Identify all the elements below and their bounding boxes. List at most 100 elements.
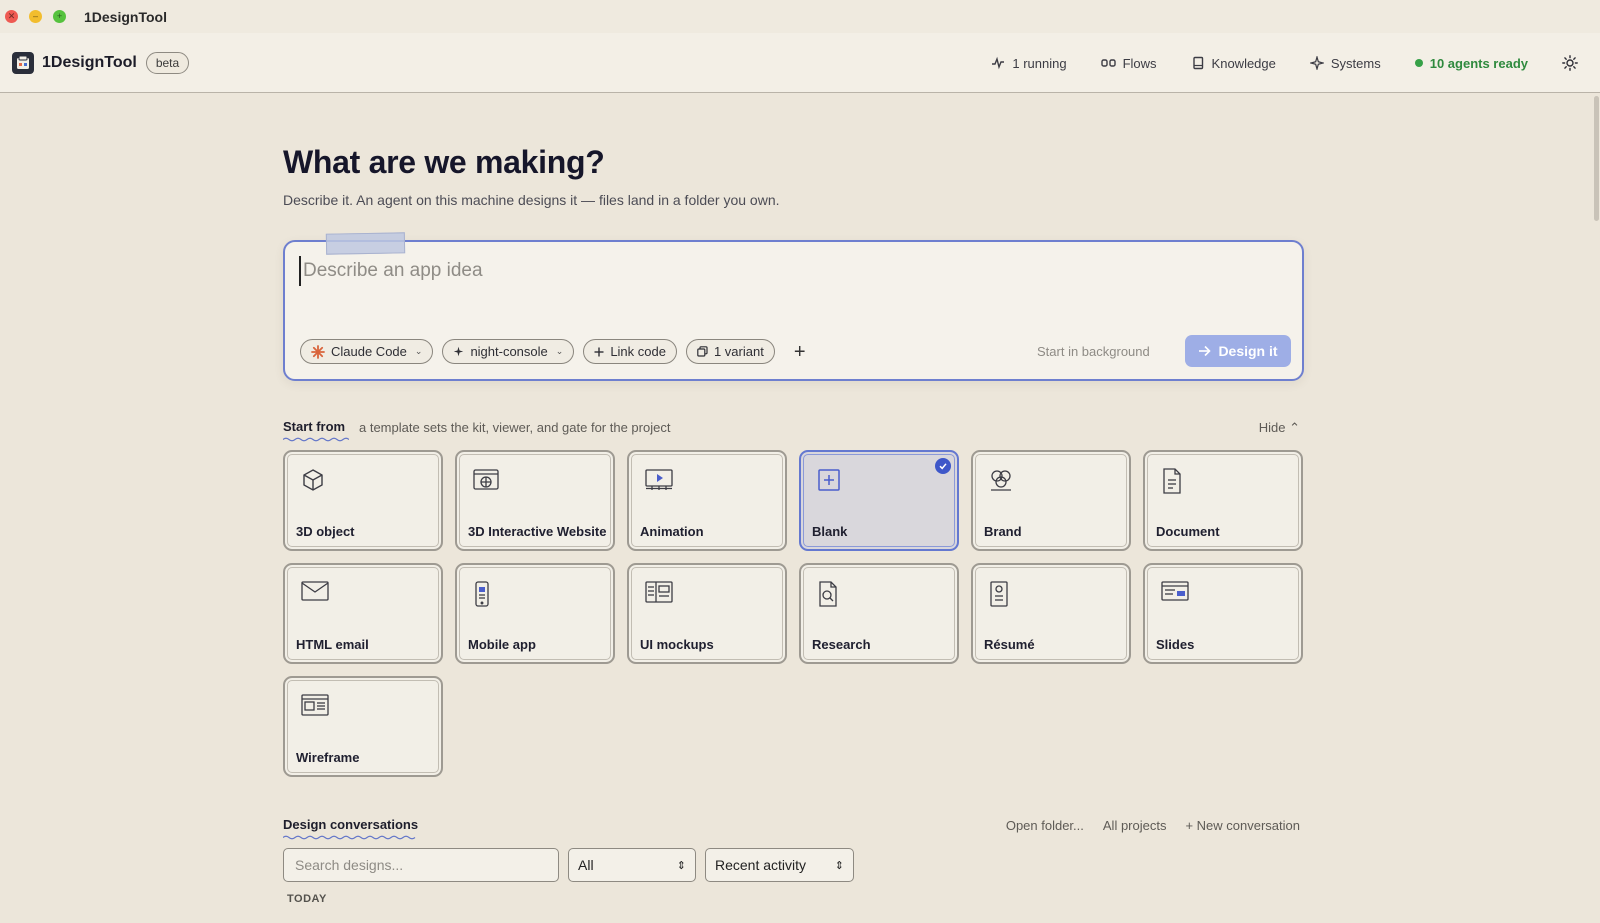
slides-icon	[1161, 581, 1189, 601]
page-title-text: What are we making?	[283, 144, 605, 180]
template-card-slides[interactable]: Slides	[1143, 563, 1303, 664]
top-nav: 1 running Flows Knowledge Systems 10 age…	[991, 33, 1600, 93]
hide-label: Hide	[1258, 420, 1286, 435]
document-icon	[1161, 468, 1183, 494]
brand-circles-icon	[989, 468, 1013, 492]
nav-knowledge-label: Knowledge	[1211, 55, 1276, 71]
page-subtitle: Describe it. An agent on this machine de…	[283, 192, 780, 208]
template-card-animation[interactable]: Animation	[627, 450, 787, 551]
resume-icon	[989, 581, 1009, 607]
prompt-input[interactable]	[299, 256, 1279, 286]
phone-icon	[473, 581, 491, 607]
theme-select-chip[interactable]: night-console ⌄	[442, 339, 575, 364]
template-card-document[interactable]: Document	[1143, 450, 1303, 551]
template-label: Slides	[1156, 637, 1195, 652]
start-in-background-button[interactable]: Start in background	[1037, 344, 1150, 359]
variants-chip[interactable]: 1 variant	[685, 339, 775, 364]
link-code-chip[interactable]: Link code	[583, 339, 677, 364]
plus-square-icon	[817, 468, 841, 492]
beta-badge: beta	[145, 51, 190, 74]
filter-select[interactable]: All ⇕	[568, 848, 696, 882]
brand-name[interactable]: 1DesignTool	[42, 54, 137, 72]
close-window-button[interactable]: ✕	[5, 10, 18, 23]
window-title-bar: ✕ – + 1DesignTool	[0, 0, 1600, 33]
template-card-mobile-app[interactable]: Mobile app	[455, 563, 615, 664]
conversation-actions: Open folder... All projects + New conver…	[1006, 818, 1300, 833]
template-card-blank[interactable]: Blank	[799, 450, 959, 551]
nav-knowledge[interactable]: Knowledge	[1191, 56, 1276, 71]
conversations-title: Design conversations	[283, 817, 419, 832]
globe-window-icon	[473, 468, 499, 492]
tape-decoration	[325, 232, 406, 255]
template-card-brand[interactable]: Brand	[971, 450, 1131, 551]
activity-icon	[992, 56, 1005, 70]
link-code-label: Link code	[610, 344, 666, 359]
flows-icon	[1100, 59, 1116, 67]
engine-select-chip[interactable]: Claude Code ⌄	[300, 339, 434, 364]
theme-toggle-button[interactable]	[1562, 55, 1578, 71]
sparkle-icon	[454, 346, 464, 357]
updown-chevron-icon: ⇕	[676, 859, 686, 872]
template-label: 3D Interactive Website	[468, 524, 607, 539]
search-designs-input[interactable]	[283, 848, 559, 882]
conversation-filters: All ⇕ Recent activity ⇕	[283, 848, 854, 882]
window-controls: ✕ – +	[5, 10, 66, 23]
template-card-3d-interactive-website[interactable]: 3D Interactive Website	[455, 450, 615, 551]
templates-title: Start from	[283, 419, 346, 434]
play-frame-icon	[645, 468, 673, 490]
scrollbar-thumb[interactable]	[1594, 96, 1599, 221]
nav-running-label: 1 running	[1012, 55, 1067, 71]
status-dot-icon	[1414, 59, 1423, 67]
template-label: UI mockups	[640, 637, 714, 652]
theme-chip-label: night-console	[470, 344, 548, 359]
filter-select-value: All	[578, 857, 594, 873]
search-doc-icon	[817, 581, 839, 607]
variants-label: 1 variant	[713, 344, 764, 359]
template-card-resume[interactable]: Résumé	[971, 563, 1131, 664]
page-scrollbar[interactable]	[1592, 94, 1600, 923]
chevron-down-icon: ⌄	[555, 346, 564, 356]
copy-icon	[697, 346, 708, 357]
maximize-window-button[interactable]: +	[53, 10, 66, 23]
template-card-html-email[interactable]: HTML email	[283, 563, 443, 664]
templates-header: Start from a template sets the kit, view…	[283, 419, 1304, 442]
engine-chip-label: Claude Code	[331, 344, 407, 359]
minimize-window-button[interactable]: –	[29, 10, 42, 23]
hide-templates-button[interactable]: Hide ⌃	[1259, 420, 1300, 436]
template-card-research[interactable]: Research	[799, 563, 959, 664]
nav-running[interactable]: 1 running	[991, 55, 1067, 71]
nav-flows[interactable]: Flows	[1100, 56, 1157, 71]
template-label: Research	[812, 637, 871, 652]
page-title: What are we making?	[279, 144, 605, 182]
template-card-wireframe[interactable]: Wireframe	[283, 676, 443, 777]
sort-select-value: Recent activity	[715, 857, 807, 873]
new-conversation-link[interactable]: + New conversation	[1185, 818, 1300, 833]
nav-systems-label: Systems	[1330, 55, 1381, 71]
nav-systems[interactable]: Systems	[1309, 55, 1381, 71]
template-label: Animation	[640, 524, 704, 539]
window-title: 1DesignTool	[84, 8, 167, 25]
design-it-button[interactable]: Design it	[1185, 335, 1291, 367]
template-label: Mobile app	[468, 637, 536, 652]
all-projects-link[interactable]: All projects	[1103, 818, 1167, 833]
template-card-3d-object[interactable]: 3D object	[283, 450, 443, 551]
open-folder-link[interactable]: Open folder...	[1006, 818, 1084, 833]
cube-icon	[301, 468, 325, 492]
template-label: Document	[1156, 524, 1220, 539]
chevron-up-icon: ⌃	[1289, 420, 1300, 435]
envelope-icon	[301, 581, 329, 601]
prompt-composer: Claude Code ⌄ night-console ⌄ Link code …	[283, 232, 1304, 381]
app-header: 1DesignTool beta 1 running Flows Knowled…	[0, 33, 1600, 93]
add-option-button[interactable]: +	[794, 342, 806, 362]
sun-icon	[1562, 55, 1578, 71]
template-label: Blank	[812, 524, 848, 539]
updown-chevron-icon: ⇕	[834, 859, 844, 872]
selected-check-icon	[935, 458, 951, 474]
agents-status[interactable]: 10 agents ready	[1414, 56, 1528, 71]
app-logo-icon[interactable]	[12, 51, 34, 74]
plus-icon	[594, 347, 604, 356]
template-card-ui-mockups[interactable]: UI mockups	[627, 563, 787, 664]
sort-select[interactable]: Recent activity ⇕	[705, 848, 854, 882]
template-label: 3D object	[296, 524, 355, 539]
book-icon	[1192, 56, 1203, 70]
